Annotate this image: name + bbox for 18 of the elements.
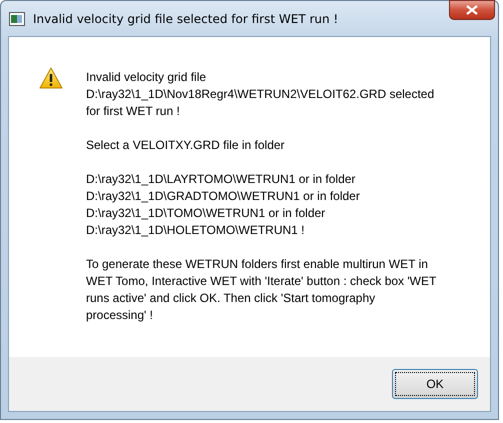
- message-text: D:\ray32\1_1D\LAYRTOMO\WETRUN1 or in folder: [86, 171, 356, 188]
- message-text: processing' !: [86, 307, 154, 324]
- message-text: D:\ray32\1_1D\HOLETOMO\WETRUN1 !: [86, 222, 306, 239]
- ok-button[interactable]: OK: [392, 369, 478, 399]
- message-text: for first WET run !: [86, 103, 181, 120]
- window-title: Invalid velocity grid file selected for first WET run !: [33, 12, 338, 26]
- warning-icon: [39, 67, 63, 89]
- message-text: D:\ray32\1_1D\TOMO\WETRUN1 or in folder: [86, 205, 326, 222]
- message-text: Select a VELOITXY.GRD file in folder: [86, 137, 286, 154]
- message-text: D:\ray32\1_1D\Nov18Regr4\WETRUN2\VELOIT62.GRD selected: [86, 86, 436, 103]
- app-icon: [9, 12, 25, 26]
- message-text: Invalid velocity grid file: [86, 69, 208, 86]
- message-text: To generate these WETRUN folders first enable multirun WET in: [86, 256, 429, 273]
- message-text: runs active' and click OK. Then click 'Start tomography: [86, 290, 376, 307]
- message-text: WET Tomo, Interactive WET with 'Iterate' button : check box 'WET: [86, 273, 436, 290]
- close-icon: [466, 5, 478, 15]
- close-button[interactable]: [449, 0, 495, 20]
- message-text: D:\ray32\1_1D\GRADTOMO\WETRUN1 or in folder: [86, 188, 361, 205]
